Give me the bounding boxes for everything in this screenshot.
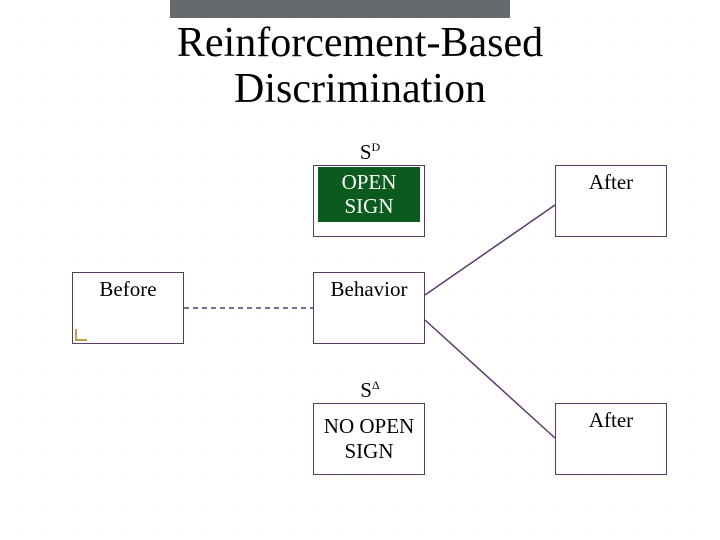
slide-stage: Reinforcement-Based Discrimination SD OP… — [0, 0, 720, 540]
connector-behavior-after-top — [425, 205, 555, 295]
connector-behavior-after-bottom — [425, 320, 555, 438]
connectors — [0, 0, 720, 540]
